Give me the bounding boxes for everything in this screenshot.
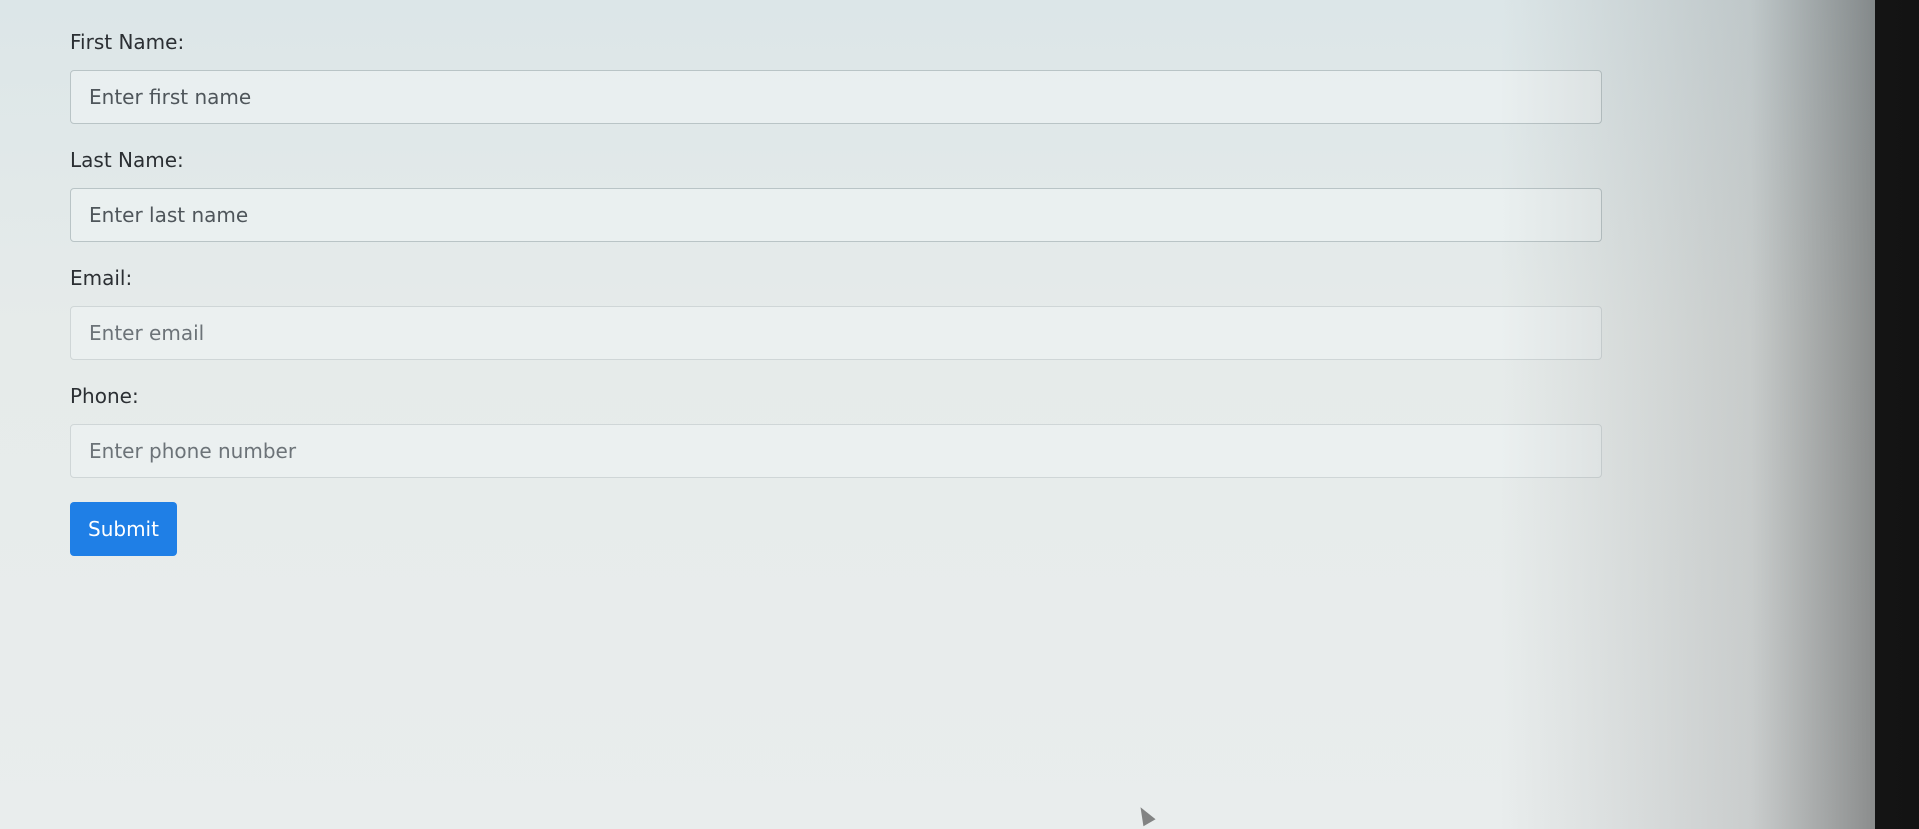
email-input[interactable] [70,306,1602,360]
monitor-bezel [1875,0,1919,829]
email-label: Email: [70,266,133,290]
last-name-label: Last Name: [70,148,184,172]
mouse-pointer-icon [1134,803,1156,827]
browser-viewport: First Name: Last Name: Email: Phone: Sub… [0,0,1919,829]
last-name-input[interactable] [70,188,1602,242]
phone-input[interactable] [70,424,1602,478]
first-name-label: First Name: [70,30,185,54]
submit-button[interactable]: Submit [70,502,177,556]
contact-form: First Name: Last Name: Email: Phone: Sub… [70,28,1602,556]
first-name-input[interactable] [70,70,1602,124]
phone-label: Phone: [70,384,139,408]
